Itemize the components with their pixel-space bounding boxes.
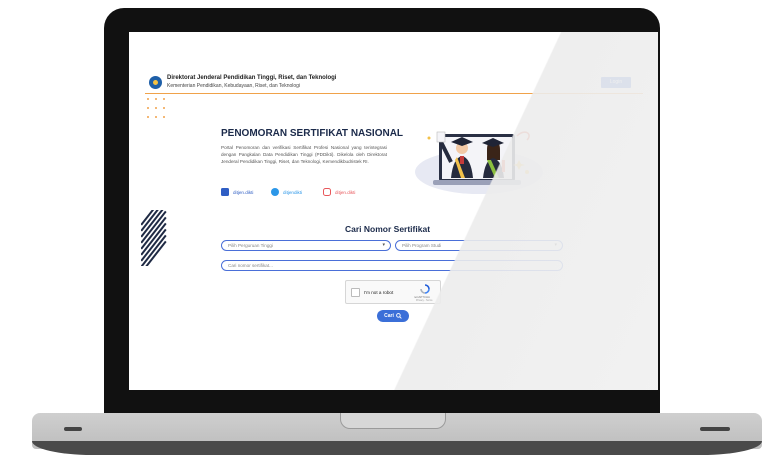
site-header: Direktorat Jenderal Pendidikan Tinggi, R… [145,72,643,94]
recaptcha-terms: Privacy - Terms [416,299,433,302]
certificate-search-placeholder: Cari nomor sertifikat... [228,263,273,268]
web-page: Direktorat Jenderal Pendidikan Tinggi, R… [141,72,643,374]
site-subtitle: Kementerian Pendidikan, Kebudayaan, Rise… [167,83,301,89]
facebook-label: ditjen.dikti [233,189,254,195]
login-button[interactable]: Login [601,77,631,88]
chevron-down-icon: ▾ [554,242,557,248]
hero-title: PENOMORAN SERTIFIKAT NASIONAL [221,128,404,139]
twitter-icon [271,188,279,196]
laptop-port-left [64,427,82,431]
laptop-screen: Direktorat Jenderal Pendidikan Tinggi, R… [129,32,658,390]
university-select-placeholder: Pilih Perguruan Tinggi [228,243,273,248]
facebook-icon [221,188,229,196]
program-select-placeholder: Pilih Program Studi [402,243,442,248]
instagram-label: ditjen.dikti [335,189,356,195]
university-select[interactable]: Pilih Perguruan Tinggi ▾ [221,240,391,251]
graduates-illustration [415,131,543,194]
program-select[interactable]: Pilih Program Studi ▾ [395,240,563,251]
search-title: Cari Nomor Sertifikat [345,224,431,234]
laptop-base-bottom [32,441,762,455]
site-title: Direktorat Jenderal Pendidikan Tinggi, R… [167,75,337,81]
facebook-link[interactable]: ditjen.dikti [221,188,253,196]
recaptcha-label: I'm not a robot [364,290,394,295]
twitter-label: ditjendikti [283,189,303,195]
recaptcha-checkbox[interactable] [351,288,360,297]
decorative-stripes [141,210,167,266]
twitter-link[interactable]: ditjendikti [271,188,302,196]
search-button-label: Cari [384,313,394,319]
decorative-dots [145,98,169,124]
laptop-port-right [700,427,730,431]
search-icon [396,313,402,319]
recaptcha-widget: I'm not a robot reCAPTCHA Privacy - Term… [345,280,441,304]
laptop-notch [340,413,446,429]
tut-wuri-logo-icon [149,76,162,89]
recaptcha-logo-icon [420,284,430,294]
instagram-link[interactable]: ditjen.dikti [323,188,355,196]
certificate-search-input[interactable]: Cari nomor sertifikat... [221,260,563,271]
chevron-down-icon: ▾ [382,242,385,248]
hero-description: Portal Penomoran dan verifikasi Sertifik… [221,145,387,164]
instagram-icon [323,188,331,196]
search-button[interactable]: Cari [377,310,409,322]
